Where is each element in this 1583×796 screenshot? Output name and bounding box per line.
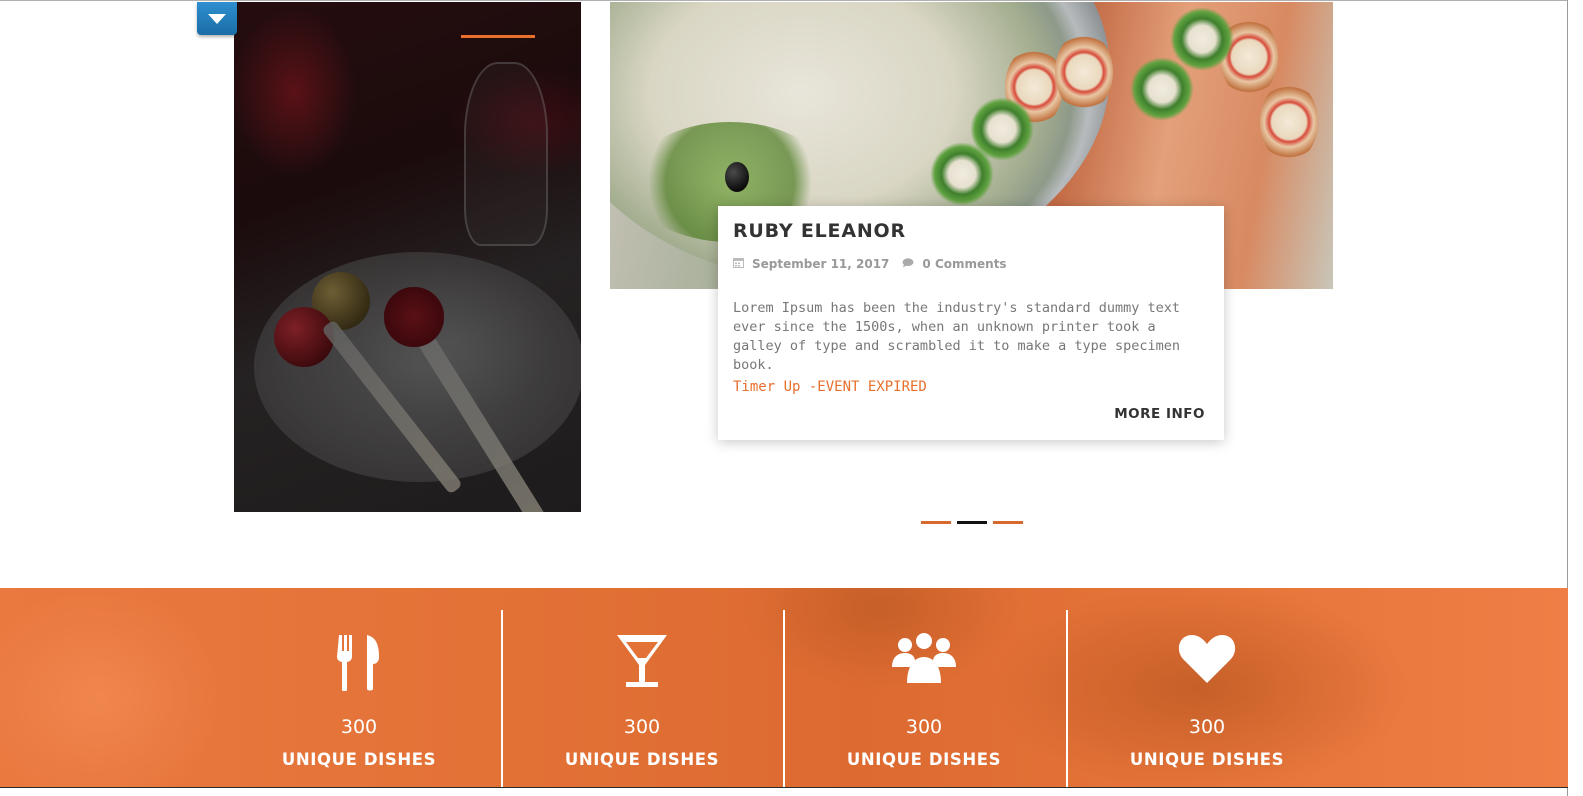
promo-title-underline — [461, 35, 535, 38]
bottom-border — [0, 787, 1568, 788]
more-info-link[interactable]: MORE INFO — [1114, 406, 1205, 422]
spinach-roll-decoration — [1170, 7, 1234, 71]
event-timer-status: Timer Up -EVENT EXPIRED — [733, 379, 927, 395]
cocktail-icon — [616, 633, 668, 695]
chevron-down-icon — [208, 14, 226, 24]
stat-label: UNIQUE DISHES — [564, 750, 720, 769]
stat-label: UNIQUE DISHES — [281, 750, 437, 769]
slider-dot-active[interactable] — [957, 521, 987, 524]
stat-label: UNIQUE DISHES — [846, 750, 1002, 769]
slider-dot[interactable] — [921, 521, 951, 524]
slider-pagination — [921, 521, 1023, 524]
stat-item: 300 UNIQUE DISHES — [218, 588, 500, 788]
top-border — [0, 0, 1568, 1]
stat-item: 300 UNIQUE DISHES — [1066, 588, 1348, 788]
roll-decoration — [1055, 32, 1113, 112]
promo-subtitle: WE ORGANIZE EVENTS FOR PEOPLE — [1329, 49, 1537, 63]
event-meta: September 11, 2017 0 Comments — [733, 257, 1007, 271]
event-title[interactable]: RUBY ELEANOR — [733, 220, 906, 242]
olive-decoration — [725, 162, 749, 192]
slider-dot[interactable] — [993, 521, 1023, 524]
event-comments[interactable]: 0 Comments — [922, 257, 1006, 271]
event-date: September 11, 2017 — [752, 257, 890, 271]
stat-value: 300 — [340, 716, 378, 738]
stat-label: UNIQUE DISHES — [1129, 750, 1285, 769]
heart-icon — [1178, 633, 1236, 689]
promo-banner-image — [234, 2, 581, 512]
promo-dark-overlay — [234, 2, 581, 512]
stats-section: 300 UNIQUE DISHES 300 UNIQUE DISHES 300 — [0, 588, 1568, 788]
stat-value: 300 — [905, 716, 943, 738]
stat-value: 300 — [1188, 716, 1226, 738]
spinach-roll-decoration — [1130, 57, 1194, 121]
stat-item: 300 UNIQUE DISHES — [501, 588, 783, 788]
roll-decoration — [1260, 82, 1318, 162]
promo-title: OF THE MONTH — [1386, 3, 1537, 25]
spinach-roll-decoration — [970, 97, 1034, 161]
cutlery-icon — [335, 633, 383, 695]
stat-item: 300 UNIQUE DISHES — [783, 588, 1065, 788]
event-card: RUBY ELEANOR September 11, 2017 0 Commen… — [718, 206, 1224, 440]
dropdown-toggle-button[interactable] — [197, 2, 237, 35]
calendar-icon — [733, 257, 744, 271]
comment-icon — [902, 257, 914, 271]
event-description: Lorem Ipsum has been the industry's stan… — [733, 300, 1181, 373]
stat-value: 300 — [623, 716, 661, 738]
group-icon — [891, 633, 957, 689]
